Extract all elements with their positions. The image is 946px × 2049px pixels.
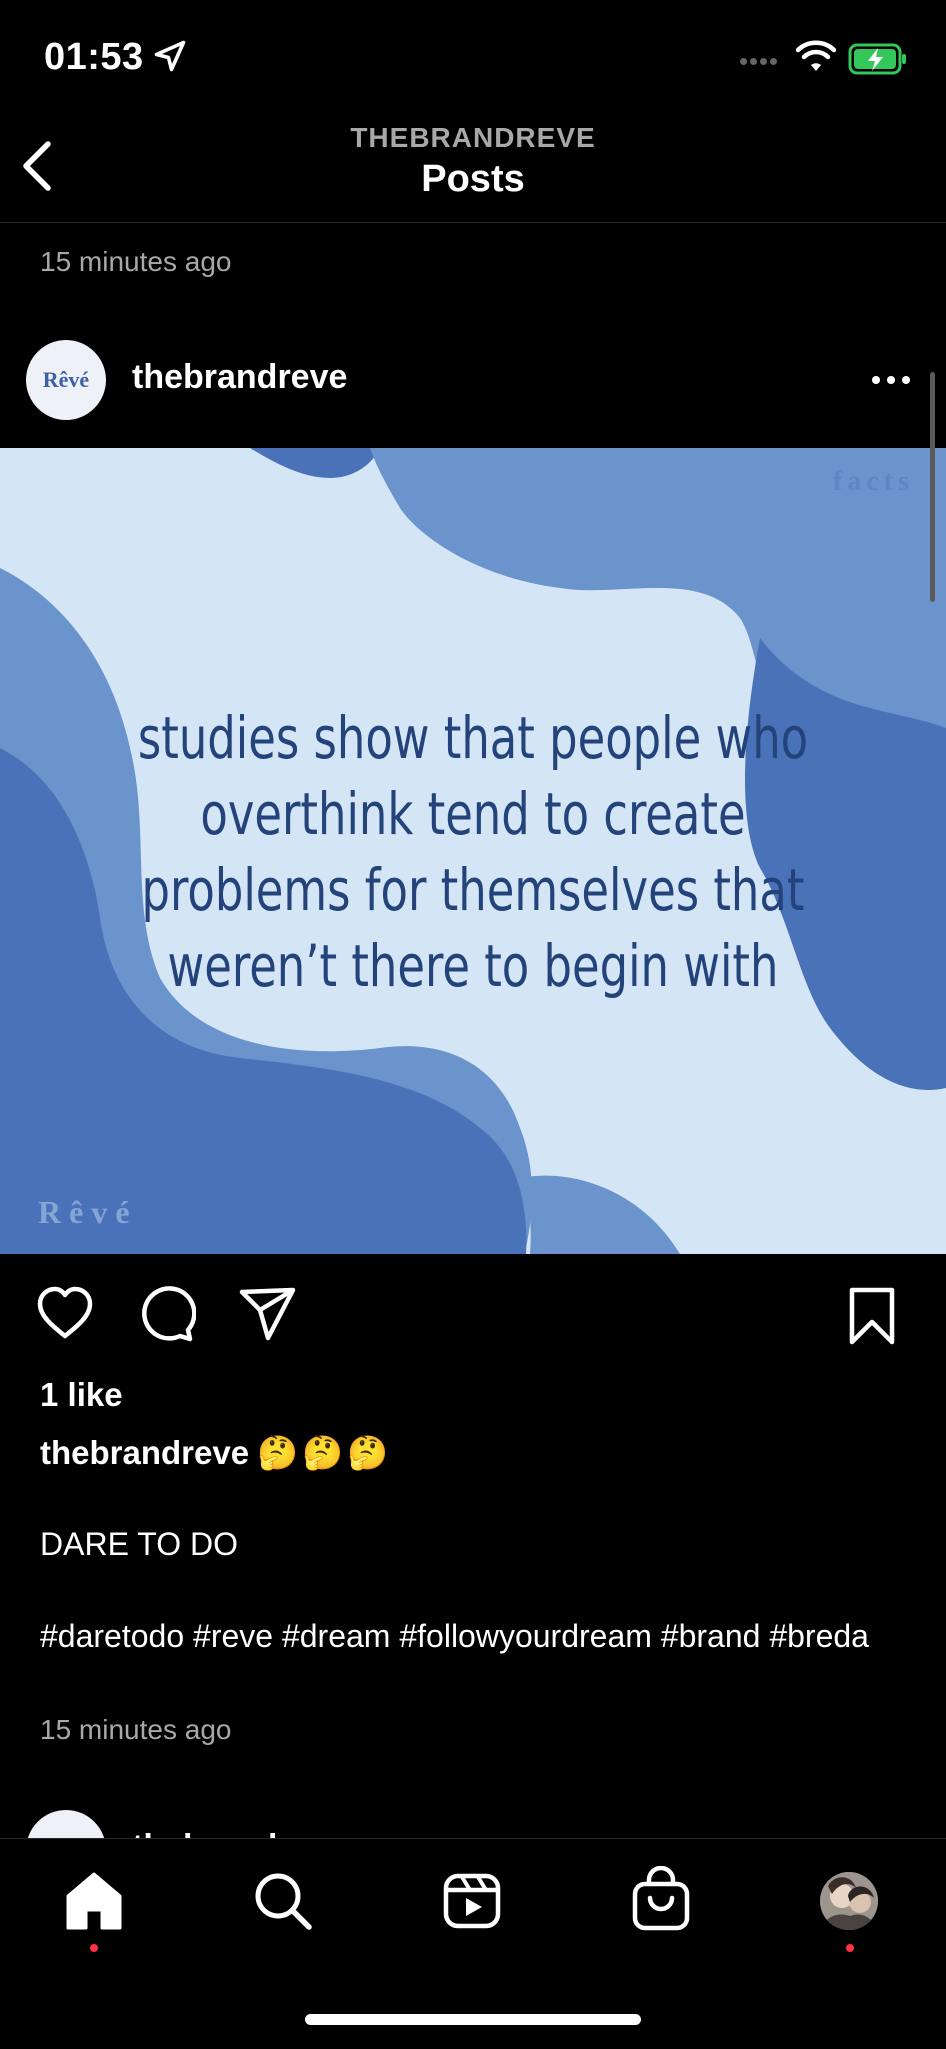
post-image-quote: studies show that people who overthink t… xyxy=(137,704,809,1000)
status-time: 01:53 xyxy=(44,36,144,78)
comment-icon[interactable] xyxy=(136,1284,196,1344)
ellipsis-icon[interactable] xyxy=(866,362,916,398)
post-avatar[interactable]: Rêvé xyxy=(26,340,106,420)
avatar-logo-text: Rêvé xyxy=(42,367,90,392)
header-account-name: THEBRANDREVE xyxy=(350,122,596,153)
caption-first-line: thebrandreve 🤔🤔🤔 xyxy=(40,1434,392,1473)
post-image-tag: facts xyxy=(833,466,914,497)
reels-icon[interactable] xyxy=(442,1870,502,1932)
caption-emoji: 🤔🤔🤔 xyxy=(257,1434,393,1471)
caption-hashtags[interactable]: #daretodo #reve #dream #followyourdream … xyxy=(40,1616,900,1656)
location-arrow-icon xyxy=(154,40,186,72)
home-indicator[interactable] xyxy=(305,2014,641,2025)
page-title: Posts xyxy=(421,158,525,200)
post-image-watermark: Rêvé xyxy=(38,1194,138,1230)
header-divider xyxy=(0,222,946,223)
profile-notification-dot xyxy=(846,1944,854,1952)
shop-icon[interactable] xyxy=(630,1866,692,1932)
cellular-signal-icon xyxy=(740,52,780,70)
search-icon[interactable] xyxy=(252,1870,314,1932)
scrollbar[interactable] xyxy=(930,372,935,602)
battery-charging-icon xyxy=(848,43,906,75)
post-timestamp: 15 minutes ago xyxy=(40,1714,232,1745)
like-count[interactable]: 1 like xyxy=(40,1376,123,1414)
paper-plane-icon[interactable] xyxy=(238,1286,298,1342)
caption-username[interactable]: thebrandreve xyxy=(40,1434,249,1471)
caption-text: DARE TO DO xyxy=(40,1526,238,1562)
previous-post-timestamp: 15 minutes ago xyxy=(40,246,232,277)
wifi-icon xyxy=(796,40,836,71)
profile-photo xyxy=(820,1872,878,1930)
profile-avatar[interactable] xyxy=(820,1872,878,1930)
bookmark-icon[interactable] xyxy=(846,1286,898,1346)
heart-icon[interactable] xyxy=(34,1284,96,1342)
home-icon[interactable] xyxy=(62,1870,126,1932)
home-notification-dot xyxy=(90,1944,98,1952)
post-username[interactable]: thebrandreve xyxy=(132,358,347,397)
